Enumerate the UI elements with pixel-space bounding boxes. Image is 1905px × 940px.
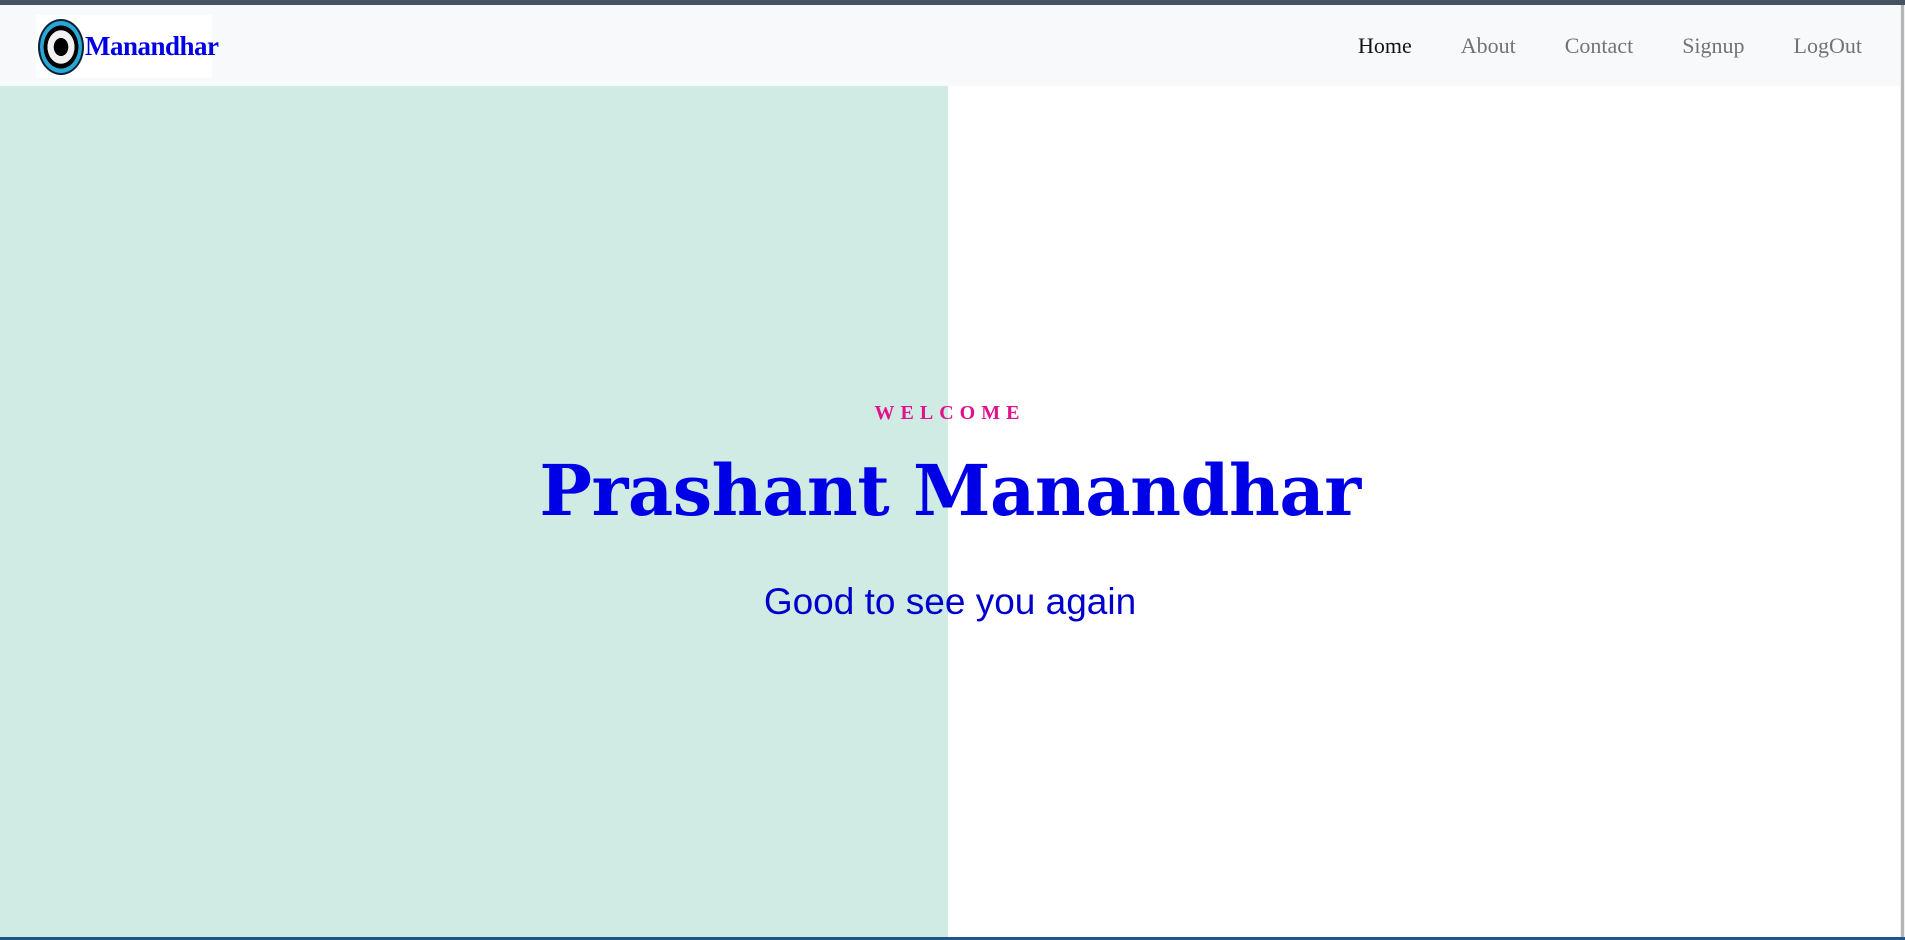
nav-link-contact[interactable]: Contact	[1565, 33, 1633, 59]
nav-link-about[interactable]: About	[1461, 33, 1516, 59]
scrollbar-thumb[interactable]	[1901, 5, 1904, 938]
hero-greeting: Good to see you again	[763, 581, 1137, 622]
navbar: Manandhar Home About Contact Signup LogO…	[0, 5, 1900, 86]
hero-section: WELCOME Prashant Manandhar Good to see y…	[0, 86, 1900, 938]
nav-links: Home About Contact Signup LogOut	[1309, 5, 1862, 86]
welcome-kicker: WELCOME	[874, 402, 1026, 424]
page-scrollbar[interactable]	[1900, 5, 1905, 938]
hero-name-heading: Prashant Manandhar	[539, 449, 1361, 532]
eye-logo-icon	[38, 18, 84, 75]
nav-link-logout[interactable]: LogOut	[1794, 33, 1862, 59]
nav-link-signup[interactable]: Signup	[1682, 33, 1744, 59]
brand-logo-text: Manandhar	[85, 31, 219, 61]
brand-logo[interactable]: Manandhar	[36, 15, 219, 78]
nav-link-home[interactable]: Home	[1358, 33, 1412, 59]
